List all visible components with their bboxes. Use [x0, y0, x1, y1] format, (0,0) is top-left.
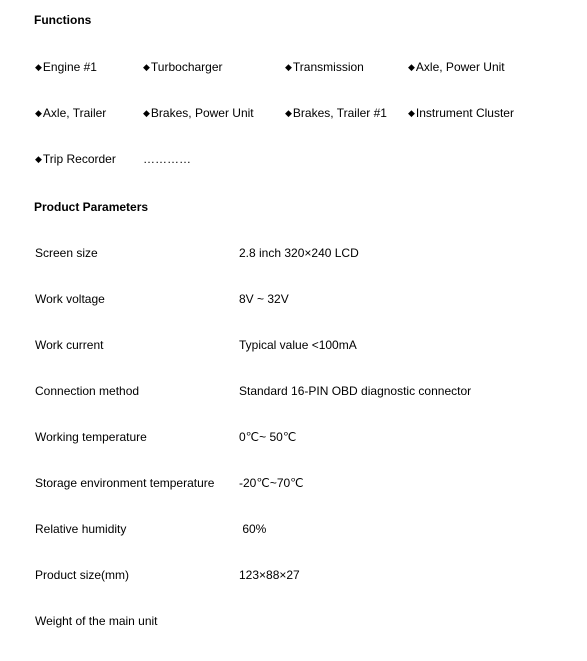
diamond-bullet-icon: ◆	[408, 108, 415, 118]
diamond-bullet-icon: ◆	[35, 108, 42, 118]
function-item: ◆Axle, Trailer	[35, 106, 107, 120]
functions-heading: Functions	[34, 13, 92, 27]
param-label: Working temperature	[35, 430, 147, 444]
diamond-bullet-icon: ◆	[143, 108, 150, 118]
param-value: Typical value <100mA	[239, 338, 357, 352]
param-value: -20℃~70℃	[239, 476, 304, 490]
function-item: ◆Transmission	[285, 60, 364, 74]
param-value: 60%	[239, 522, 267, 536]
function-item: ◆Turbocharger	[143, 60, 223, 74]
param-label: Storage environment temperature	[35, 476, 215, 490]
function-item: ◆Instrument Cluster	[408, 106, 514, 120]
param-label: Product size(mm)	[35, 568, 130, 582]
function-item: ◆Engine #1	[35, 60, 97, 74]
param-value: 2.8 inch 320×240 LCD	[239, 246, 359, 260]
param-value: Standard 16-PIN OBD diagnostic connector	[239, 384, 472, 398]
param-value: 8V ~ 32V	[239, 292, 289, 306]
functions-ellipsis: …………	[143, 152, 191, 166]
param-label: Work voltage	[35, 292, 105, 306]
parameters-heading: Product Parameters	[34, 200, 149, 214]
param-label: Relative humidity	[35, 522, 127, 536]
function-item: ◆Brakes, Trailer #1	[285, 106, 387, 120]
diamond-bullet-icon: ◆	[143, 62, 150, 72]
diamond-bullet-icon: ◆	[35, 62, 42, 72]
param-label: Weight of the main unit	[35, 614, 158, 628]
diamond-bullet-icon: ◆	[408, 62, 415, 72]
diamond-bullet-icon: ◆	[35, 154, 42, 164]
param-value: 123×88×27	[239, 568, 300, 582]
param-label: Connection method	[35, 384, 140, 398]
function-item: ◆Axle, Power Unit	[408, 60, 505, 74]
function-item: ◆Trip Recorder	[35, 152, 116, 166]
param-label: Work current	[35, 338, 104, 352]
diamond-bullet-icon: ◆	[285, 62, 292, 72]
function-item: ◆Brakes, Power Unit	[143, 106, 254, 120]
param-label: Screen size	[35, 246, 98, 260]
param-value: 0℃~ 50℃	[239, 430, 297, 444]
diamond-bullet-icon: ◆	[285, 108, 292, 118]
